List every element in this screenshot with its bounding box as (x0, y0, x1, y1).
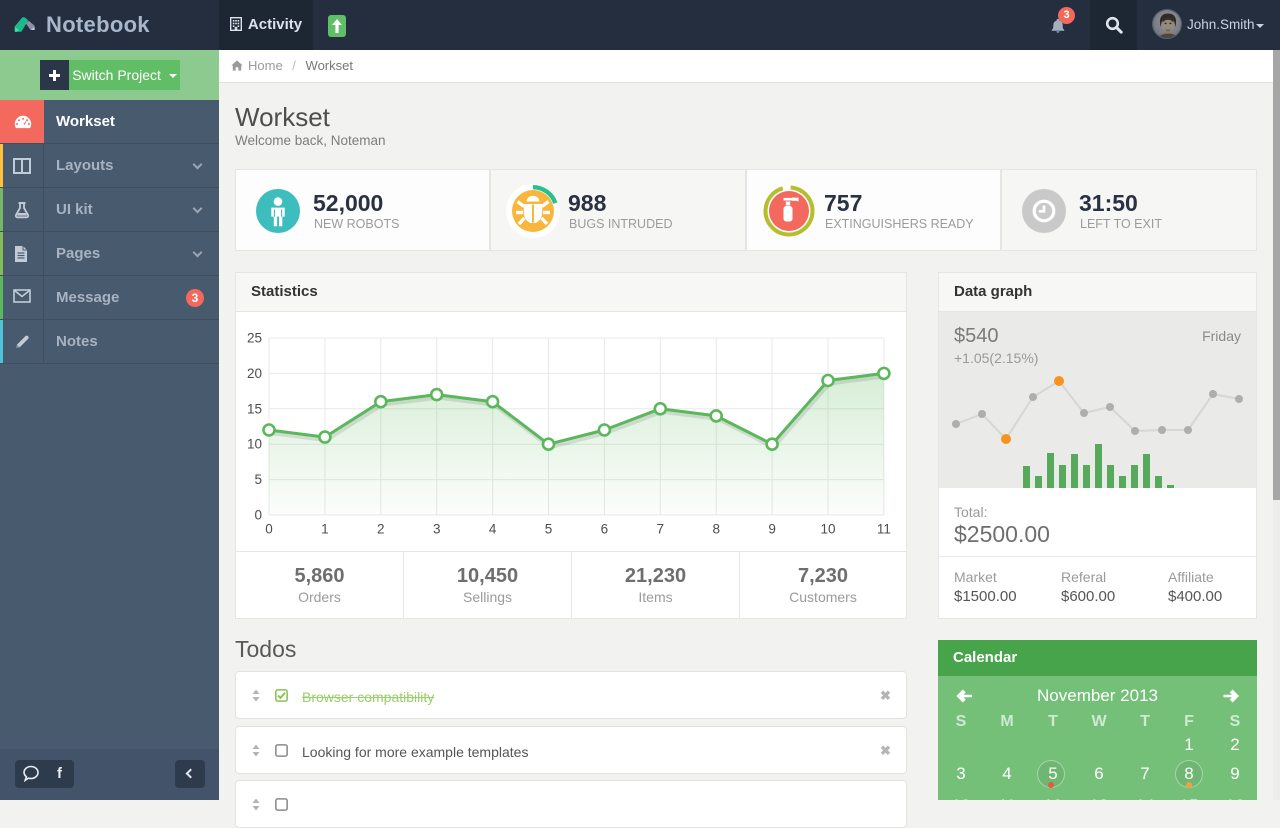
svg-text:25: 25 (247, 331, 262, 346)
svg-text:2: 2 (377, 522, 385, 537)
svg-text:8: 8 (712, 522, 720, 537)
svg-text:3: 3 (433, 522, 441, 537)
svg-text:6: 6 (601, 522, 609, 537)
svg-text:9: 9 (768, 522, 776, 537)
svg-text:0: 0 (254, 508, 262, 523)
svg-text:10: 10 (247, 437, 262, 452)
svg-text:7: 7 (657, 522, 665, 537)
svg-text:5: 5 (254, 472, 262, 487)
svg-text:0: 0 (265, 522, 273, 537)
svg-text:20: 20 (247, 366, 262, 381)
svg-text:4: 4 (489, 522, 497, 537)
svg-text:1: 1 (321, 522, 329, 537)
svg-text:5: 5 (545, 522, 553, 537)
svg-text:15: 15 (247, 401, 262, 416)
svg-text:11: 11 (877, 522, 891, 537)
svg-text:10: 10 (820, 522, 835, 537)
